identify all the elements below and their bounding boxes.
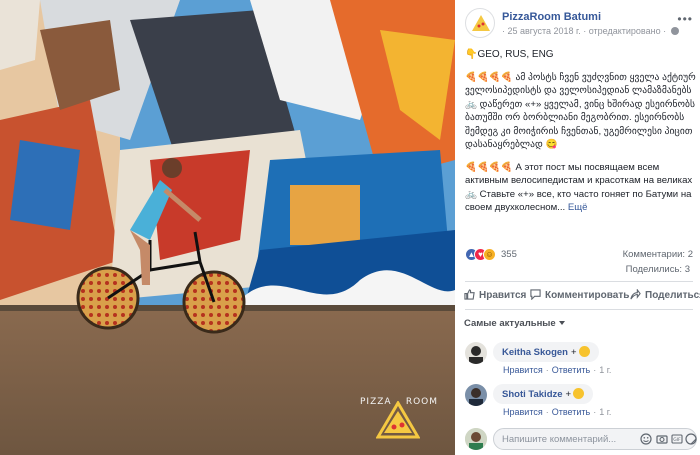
comment-time[interactable]: 1 г.	[599, 365, 611, 375]
comment-icon	[530, 289, 541, 300]
comments-count[interactable]: Комментарии: 2	[623, 249, 693, 260]
post-header: PizzaRoom Batumi · 25 августа 2018 г. · …	[465, 8, 695, 42]
comment-reply-link[interactable]: Ответить	[552, 365, 590, 375]
divider	[465, 309, 693, 310]
comment-links: Нравится · Ответить · 1 г.	[503, 407, 612, 417]
comment-bubble: Shoti Takidze +	[493, 384, 594, 404]
gif-icon[interactable]: GIF	[671, 433, 683, 445]
comment-input-box[interactable]: GIF	[493, 428, 697, 450]
comment-reply-link[interactable]: Ответить	[552, 407, 590, 417]
comment-sort-dropdown[interactable]: Самые актуальные	[464, 318, 565, 329]
post-photo[interactable]: PIZZA ROOM	[0, 0, 455, 455]
comment-like-link[interactable]: Нравится	[503, 407, 543, 417]
globe-icon	[670, 27, 679, 35]
svg-text:GIF: GIF	[673, 437, 681, 443]
see-more-link[interactable]: Ещё	[568, 202, 588, 213]
avatar	[465, 428, 487, 450]
reactions-bar: ▲ ♥ ☺ 355 Комментарии: 2	[465, 247, 693, 263]
pizza-slice-logo-icon	[376, 401, 420, 439]
share-button[interactable]: Поделиться	[630, 289, 700, 301]
comment-input[interactable]	[502, 432, 632, 446]
comment-composer: GIF	[465, 427, 697, 451]
post-text: 👇GEO, RUS, ENG 🍕🍕🍕🍕 ამ პოსტს ჩვენ ვუძღვნ…	[465, 48, 697, 215]
reactions-count[interactable]: 355	[501, 249, 517, 260]
post-text-georgian: 🍕🍕🍕🍕 ამ პოსტს ჩვენ ვუძღვნით ყველა აქტიურ…	[465, 71, 696, 151]
emoji-icon[interactable]	[640, 433, 652, 445]
comment-links: Нравится · Ответить · 1 г.	[503, 365, 612, 375]
shares-count[interactable]: Поделились: 3	[626, 264, 690, 275]
emoji-icon	[578, 346, 590, 357]
chevron-down-icon	[558, 321, 565, 325]
divider	[465, 281, 693, 282]
post-meta: · 25 августа 2018 г. · отредактировано ·	[502, 26, 679, 36]
comment-bubble: Keitha Skogen +	[493, 342, 599, 362]
pizzaroom-logo-icon	[472, 15, 490, 31]
avatar[interactable]	[465, 342, 487, 364]
comment-like-link[interactable]: Нравится	[503, 365, 543, 375]
like-button[interactable]: Нравится	[464, 289, 526, 301]
mural-photo-image	[0, 0, 455, 455]
post-sidebar: PizzaRoom Batumi · 25 августа 2018 г. · …	[455, 0, 700, 455]
page-name-link[interactable]: PizzaRoom Batumi	[502, 11, 601, 23]
haha-reaction-icon: ☺	[483, 248, 496, 261]
post-date[interactable]: · 25 августа 2018 г. · отредактировано ·	[502, 26, 666, 36]
like-icon	[464, 289, 475, 300]
post-flags-line: 👇GEO, RUS, ENG	[465, 49, 554, 60]
comment-author[interactable]: Keitha Skogen	[502, 347, 568, 358]
comment-time[interactable]: 1 г.	[599, 407, 611, 417]
more-icon[interactable]: •••	[677, 12, 693, 26]
comment-text: +	[571, 347, 577, 358]
sticker-icon[interactable]	[685, 433, 697, 445]
camera-icon[interactable]	[656, 433, 668, 445]
share-icon	[630, 289, 641, 300]
comment-author[interactable]: Shoti Takidze	[502, 389, 563, 400]
avatar[interactable]	[465, 384, 487, 406]
comment-button[interactable]: Комментировать	[530, 289, 629, 301]
comment-text: +	[565, 389, 572, 400]
emoji-icon	[573, 388, 585, 399]
page-avatar[interactable]	[465, 8, 495, 38]
post-actions: Нравится Комментировать Поделиться	[460, 285, 700, 307]
